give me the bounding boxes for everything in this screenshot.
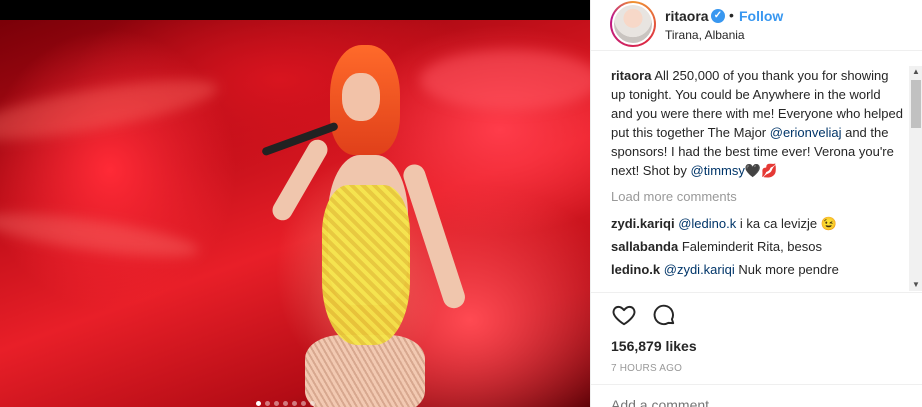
post-photo[interactable] bbox=[0, 20, 590, 407]
top-black-bar bbox=[0, 0, 590, 20]
carousel-indicator bbox=[256, 401, 315, 406]
performer-figure bbox=[250, 45, 490, 407]
carousel-dot[interactable] bbox=[310, 401, 315, 406]
carousel-dot[interactable] bbox=[256, 401, 261, 406]
comment-item: zydi.kariqi @ledino.k i ka ca levizje 😉 bbox=[611, 214, 903, 233]
post-side-panel: ritaora ✓ • Follow Tirana, Albania ritao… bbox=[590, 0, 922, 407]
comment-icon bbox=[653, 304, 675, 326]
comment-item: sallabanda Faleminderit Rita, besos bbox=[611, 237, 903, 256]
caption-emoji: 🖤💋 bbox=[744, 163, 778, 178]
heart-icon bbox=[612, 305, 636, 326]
carousel-dot[interactable] bbox=[265, 401, 270, 406]
comment-username[interactable]: zydi.kariqi bbox=[611, 216, 675, 231]
add-comment-input[interactable] bbox=[611, 394, 903, 407]
comment-username[interactable]: ledino.k bbox=[611, 262, 660, 277]
caption-mention[interactable]: @erionveliaj bbox=[770, 125, 842, 140]
post-header: ritaora ✓ • Follow Tirana, Albania bbox=[591, 0, 922, 51]
light-streak bbox=[0, 67, 222, 153]
like-button[interactable] bbox=[611, 302, 639, 330]
comment-text: Faleminderit Rita, besos bbox=[678, 239, 822, 254]
divider bbox=[591, 292, 922, 293]
follow-button[interactable]: Follow bbox=[739, 8, 783, 24]
location-link[interactable]: Tirana, Albania bbox=[665, 28, 745, 42]
header-username[interactable]: ritaora bbox=[665, 8, 709, 24]
caption-username[interactable]: ritaora bbox=[611, 68, 651, 83]
comment-username[interactable]: sallabanda bbox=[611, 239, 678, 254]
post-timestamp[interactable]: 7 HOURS AGO bbox=[611, 363, 682, 374]
caption-mention[interactable]: @timmsy bbox=[691, 163, 745, 178]
scroll-up-arrow-icon[interactable]: ▲ bbox=[909, 66, 922, 78]
comments-list[interactable]: ritaora All 250,000 of you thank you for… bbox=[611, 66, 903, 291]
scroll-down-arrow-icon[interactable]: ▼ bbox=[909, 279, 922, 291]
avatar-image bbox=[612, 3, 654, 45]
carousel-dot[interactable] bbox=[301, 401, 306, 406]
avatar[interactable] bbox=[610, 1, 656, 47]
load-more-comments-button[interactable]: Load more comments bbox=[611, 187, 903, 206]
comment-text: Nuk more pendre bbox=[734, 262, 839, 277]
carousel-dot[interactable] bbox=[292, 401, 297, 406]
divider bbox=[591, 384, 922, 385]
light-streak bbox=[0, 204, 202, 266]
comment-mention[interactable]: @zydi.kariqi bbox=[664, 262, 735, 277]
separator-dot: • bbox=[729, 7, 734, 23]
sequin-bodysuit bbox=[322, 185, 410, 345]
comment-mention[interactable]: @ledino.k bbox=[678, 216, 736, 231]
comment-text: i ka ca levizje 😉 bbox=[736, 216, 837, 231]
comment-button[interactable] bbox=[651, 302, 679, 330]
carousel-dot[interactable] bbox=[274, 401, 279, 406]
carousel-dot[interactable] bbox=[283, 401, 288, 406]
caption: ritaora All 250,000 of you thank you for… bbox=[611, 66, 903, 180]
comment-item: ledino.k @zydi.kariqi Nuk more pendre bbox=[611, 260, 903, 279]
scroll-thumb[interactable] bbox=[911, 80, 921, 128]
verified-badge-icon: ✓ bbox=[711, 9, 725, 23]
likes-count[interactable]: 156,879 likes bbox=[611, 338, 697, 354]
comments-scrollbar[interactable]: ▲ ▼ bbox=[909, 66, 922, 291]
